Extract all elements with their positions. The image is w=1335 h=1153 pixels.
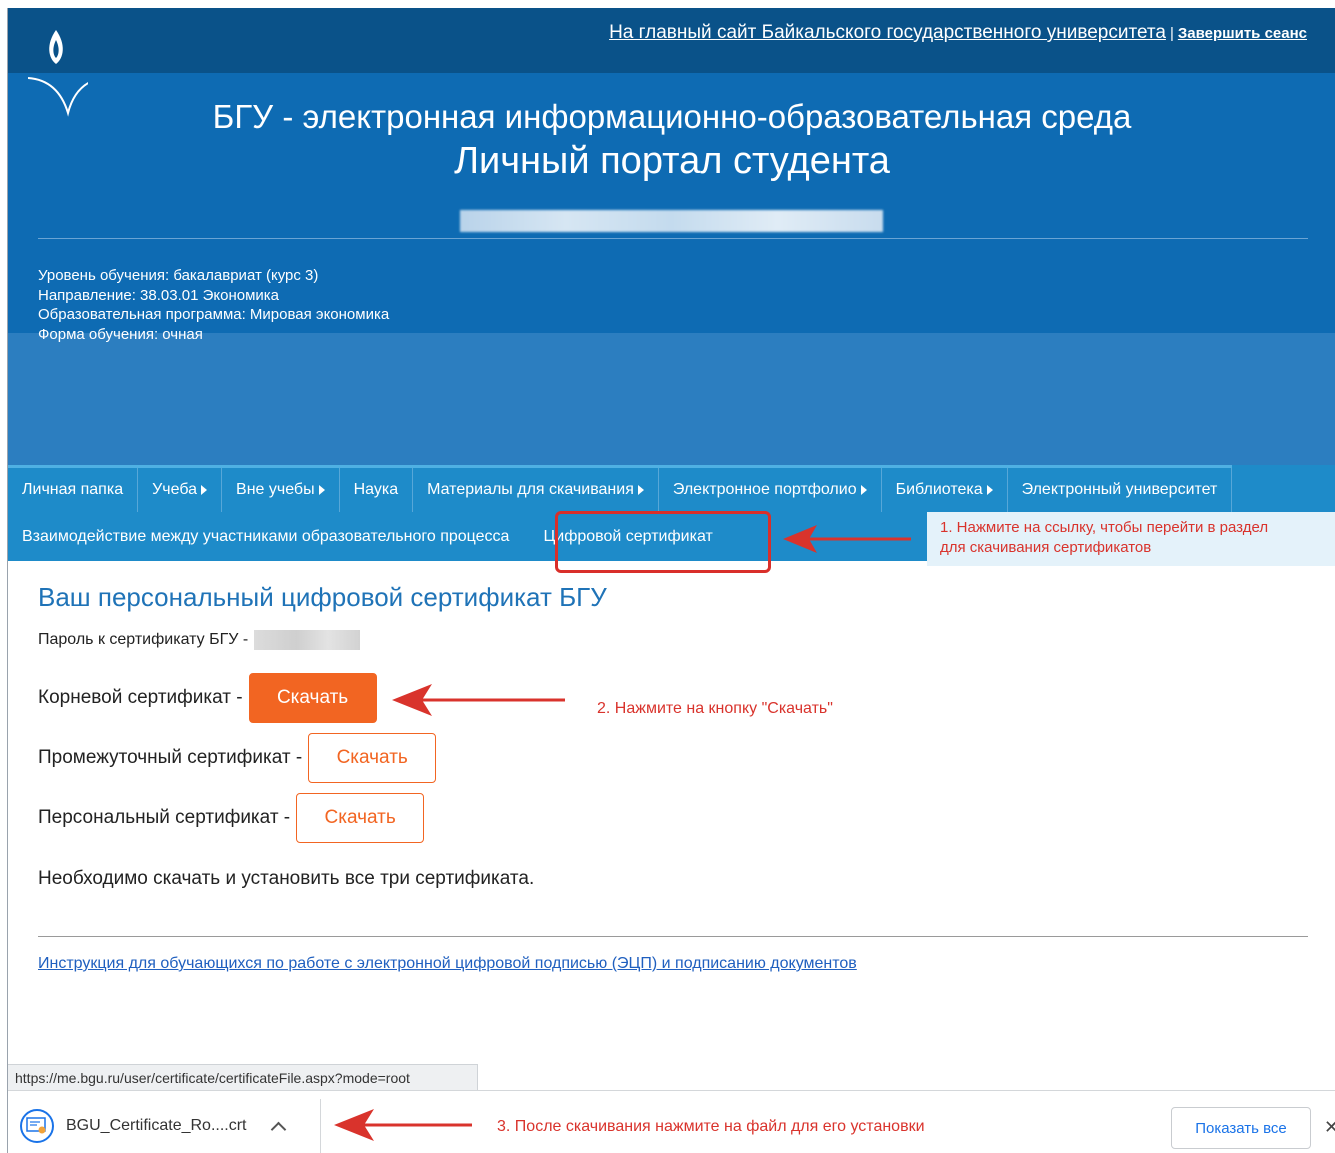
install-note: Необходимо скачать и установить все три …: [38, 868, 535, 889]
annotation-step1: 1. Нажмите на ссылку, чтобы перейти в ра…: [927, 512, 1335, 566]
password-label: Пароль к сертификату БГУ -: [38, 631, 249, 648]
portal-subtitle: БГУ - электронная информационно-образова…: [212, 98, 1132, 135]
nav-item-interaction[interactable]: Взаимодействие между участниками образов…: [8, 513, 523, 560]
nav-item-e-university[interactable]: Электронный университет: [1008, 468, 1233, 512]
arrow-step3-icon: [334, 1109, 472, 1141]
download-separator: [320, 1099, 321, 1153]
password-redacted: [254, 630, 361, 650]
main-site-link[interactable]: На главный сайт Байкальского государстве…: [609, 22, 1166, 43]
content-divider: [38, 936, 1308, 937]
cert-row-intermediate: Промежуточный сертификат - Скачать: [38, 733, 437, 783]
study-direction: Направление: 38.03.01 Экономика: [38, 286, 280, 304]
highlight-digital-certificate: [555, 511, 771, 573]
header-hero-lower: [8, 333, 1335, 465]
logout-link[interactable]: Завершить сеанс: [1178, 25, 1307, 42]
show-all-button[interactable]: Показать все: [1171, 1107, 1311, 1149]
cert-label-root: Корневой сертификат -: [38, 687, 243, 708]
browser-page: На главный сайт Байкальского государстве…: [7, 8, 1335, 1153]
submenu-arrow-icon: [201, 485, 208, 495]
nav-item-downloads[interactable]: Материалы для скачивания: [413, 468, 659, 512]
chevron-up-icon[interactable]: [270, 1121, 286, 1137]
download-intermediate-button[interactable]: Скачать: [308, 733, 437, 783]
submenu-arrow-icon: [318, 485, 325, 495]
annotation-step1-line2: для скачивания сертификатов: [940, 539, 1152, 556]
arrow-step1-icon: [783, 525, 911, 553]
study-level: Уровень обучения: бакалавриат (курс 3): [38, 267, 319, 284]
nav-item-science[interactable]: Наука: [340, 468, 414, 512]
instruction-link[interactable]: Инструкция для обучающихся по работе с э…: [38, 955, 857, 973]
cert-row-root: Корневой сертификат - Скачать: [38, 673, 377, 723]
nav-row-1: Личная папка Учеба Вне учебы Наука Матер…: [8, 465, 1233, 512]
study-program: Образовательная программа: Мировая эконо…: [38, 306, 390, 323]
header-divider: [38, 238, 1308, 239]
nav-item-personal-folder[interactable]: Личная папка: [8, 468, 139, 512]
student-info: Уровень обучения: бакалавриат (курс 3) Н…: [38, 266, 389, 344]
portal-title: Личный портал студента: [454, 140, 890, 182]
study-form: Форма обучения: очная: [38, 325, 203, 343]
submenu-arrow-icon: [860, 485, 867, 495]
nav-item-study[interactable]: Учеба: [138, 468, 223, 512]
arrow-step2-icon: [392, 684, 565, 716]
page-title: Ваш персональный цифровой сертификат БГУ: [38, 582, 607, 612]
submenu-arrow-icon: [637, 485, 644, 495]
cert-label-personal: Персональный сертификат -: [38, 807, 291, 828]
cert-label-intermediate: Промежуточный сертификат -: [38, 747, 303, 768]
annotation-step2: 2. Нажмите на кнопку "Скачать": [597, 700, 833, 717]
cert-row-personal: Персональный сертификат - Скачать: [38, 793, 425, 843]
link-separator: |: [1169, 25, 1174, 42]
status-bar-url: https://me.bgu.ru/user/certificate/certi…: [8, 1064, 478, 1090]
annotation-step3: 3. После скачивания нажмите на файл для …: [497, 1118, 925, 1135]
annotation-step1-line1: 1. Нажмите на ссылку, чтобы перейти в ра…: [940, 519, 1269, 536]
nav-item-extracurricular[interactable]: Вне учебы: [222, 468, 340, 512]
download-file-name: BGU_Certificate_Ro....crt: [66, 1117, 247, 1134]
download-root-button[interactable]: Скачать: [248, 673, 377, 723]
submenu-arrow-icon: [986, 485, 993, 495]
close-icon[interactable]: ✕: [1324, 1117, 1335, 1138]
certificate-file-icon: [20, 1109, 54, 1143]
nav-item-portfolio[interactable]: Электронное портфолио: [659, 468, 882, 512]
header-links: На главный сайт Байкальского государстве…: [609, 22, 1307, 44]
password-row: Пароль к сертификату БГУ -: [38, 630, 361, 650]
download-personal-button[interactable]: Скачать: [296, 793, 425, 843]
download-item[interactable]: BGU_Certificate_Ro....crt: [20, 1101, 320, 1151]
nav-item-library[interactable]: Библиотека: [882, 468, 1008, 512]
student-name-redacted: [460, 210, 883, 232]
